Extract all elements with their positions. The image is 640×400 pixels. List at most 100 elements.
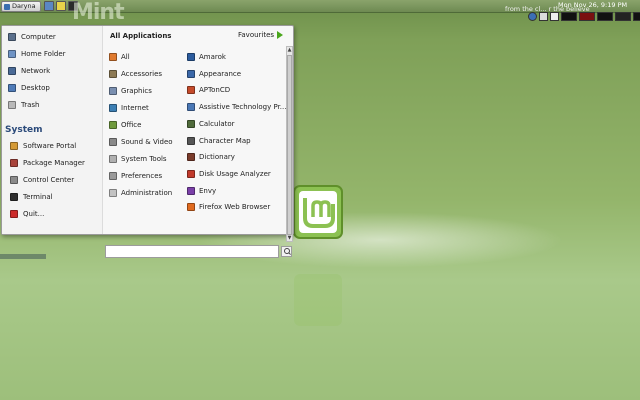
network-graph-icon [597,12,613,21]
show-desktop-icon[interactable] [44,1,54,11]
notes-icon[interactable] [56,1,66,11]
scroll-thumb[interactable] [287,55,292,235]
quit-icon [10,210,18,218]
category-item[interactable]: All [109,51,130,63]
app-item-label: APTonCD [199,86,231,95]
app-item-label: Dictionary [199,153,235,162]
desktop-icon [8,84,16,92]
system-item[interactable]: Quit... [10,208,44,220]
place-item[interactable]: Computer [8,31,56,43]
app-item[interactable]: Envy [187,185,216,197]
app-item-label: Envy [199,186,217,195]
calculator-icon [187,119,195,128]
app-item-label: Firefox Web Browser [199,203,271,212]
category-item-label: Sound & Video [121,138,173,146]
all-applications-label: All Applications [110,32,172,40]
scroll-down-icon[interactable]: ▼ [287,235,292,241]
network-status-icon[interactable] [550,12,559,21]
aptoncd-icon [187,86,195,95]
category-item[interactable]: Internet [109,102,149,114]
linux-mint-logo-reflection [294,274,342,326]
monitor-icon[interactable] [539,12,548,21]
category-item[interactable]: Graphics [109,85,152,97]
app-item[interactable]: Disk Usage Analyzer [187,168,271,180]
globe-icon[interactable] [528,12,537,21]
category-item[interactable]: Preferences [109,170,162,182]
graphics-icon [109,87,117,95]
category-item-label: Internet [121,104,149,112]
system-item-label: Quit... [23,210,45,218]
preferences-icon [109,172,117,180]
app-item[interactable]: APTonCD [187,84,230,96]
taskbar-strip [0,254,46,259]
app-item[interactable]: Appearance [187,68,241,80]
system-tray [528,12,640,22]
category-item-label: Administration [121,189,173,197]
favourites-button[interactable]: Favourites [238,31,284,39]
place-item[interactable]: Desktop [8,82,50,94]
place-item-label: Desktop [21,84,50,92]
application-menu: System All Applications Favourites ▲ ▼ A… [1,25,294,258]
package-manager-icon [10,159,18,167]
system-tools-icon [109,155,117,163]
search-input[interactable] [105,245,279,258]
category-item[interactable]: Office [109,119,141,131]
scroll-up-icon[interactable]: ▲ [287,47,292,53]
administration-icon [109,189,117,197]
computer-icon [8,33,16,41]
user-menu-button[interactable]: Daryna [1,1,41,12]
place-item[interactable]: Home Folder [8,48,66,60]
appearance-icon [187,69,195,78]
category-item-label: Graphics [121,87,152,95]
system-item-label: Terminal [23,193,53,201]
app-item-label: Assistive Technology Pr... [199,103,287,112]
swap-graph-icon [615,12,631,21]
app-item-label: Disk Usage Analyzer [199,169,271,178]
category-item-label: Office [121,121,142,129]
terminal-icon [10,193,18,201]
user-menu-label: Daryna [12,2,36,10]
app-item[interactable]: Amarok [187,51,226,63]
category-item[interactable]: Administration [109,187,172,199]
trash-icon [8,101,16,109]
app-item[interactable]: Firefox Web Browser [187,201,270,213]
category-item-label: Accessories [121,70,163,78]
place-item[interactable]: Trash [8,99,40,111]
accessories-icon [109,70,117,78]
apps-scrollbar[interactable]: ▲ ▼ [286,46,293,242]
menu-icon [4,3,10,10]
clock[interactable]: Mon Nov 26, 9:19 PM [558,1,627,9]
search-icon[interactable] [281,246,292,257]
system-item-label: Software Portal [23,142,77,150]
system-item-label: Control Center [23,176,75,184]
system-item[interactable]: Control Center [10,174,74,186]
software-portal-icon [10,142,18,150]
assistive-technology-icon [187,103,195,112]
place-item[interactable]: Network [8,65,50,77]
firefox-icon [187,203,195,212]
app-item[interactable]: Dictionary [187,151,235,163]
category-item[interactable]: Sound & Video [109,136,173,148]
place-item-label: Trash [21,101,40,109]
app-item[interactable]: Assistive Technology Pr... [187,101,286,113]
home-folder-icon [8,50,16,58]
memory-graph-icon [579,12,595,21]
place-item-label: Computer [21,33,56,41]
linux-mint-logo [293,185,343,239]
office-icon [109,121,117,129]
all-icon [109,53,117,61]
app-item[interactable]: Character Map [187,135,251,147]
category-item[interactable]: System Tools [109,153,167,165]
app-item-label: Character Map [199,136,251,145]
system-item[interactable]: Software Portal [10,140,76,152]
system-item[interactable]: Terminal [10,191,53,203]
category-item[interactable]: Accessories [109,68,162,80]
sound-video-icon [109,138,117,146]
envy-icon [187,186,195,195]
category-item-label: System Tools [121,155,167,163]
system-section-title: System [5,125,43,135]
app-item[interactable]: Calculator [187,118,235,130]
system-item[interactable]: Package Manager [10,157,85,169]
place-item-label: Home Folder [21,50,66,58]
app-item-label: Appearance [199,69,242,78]
